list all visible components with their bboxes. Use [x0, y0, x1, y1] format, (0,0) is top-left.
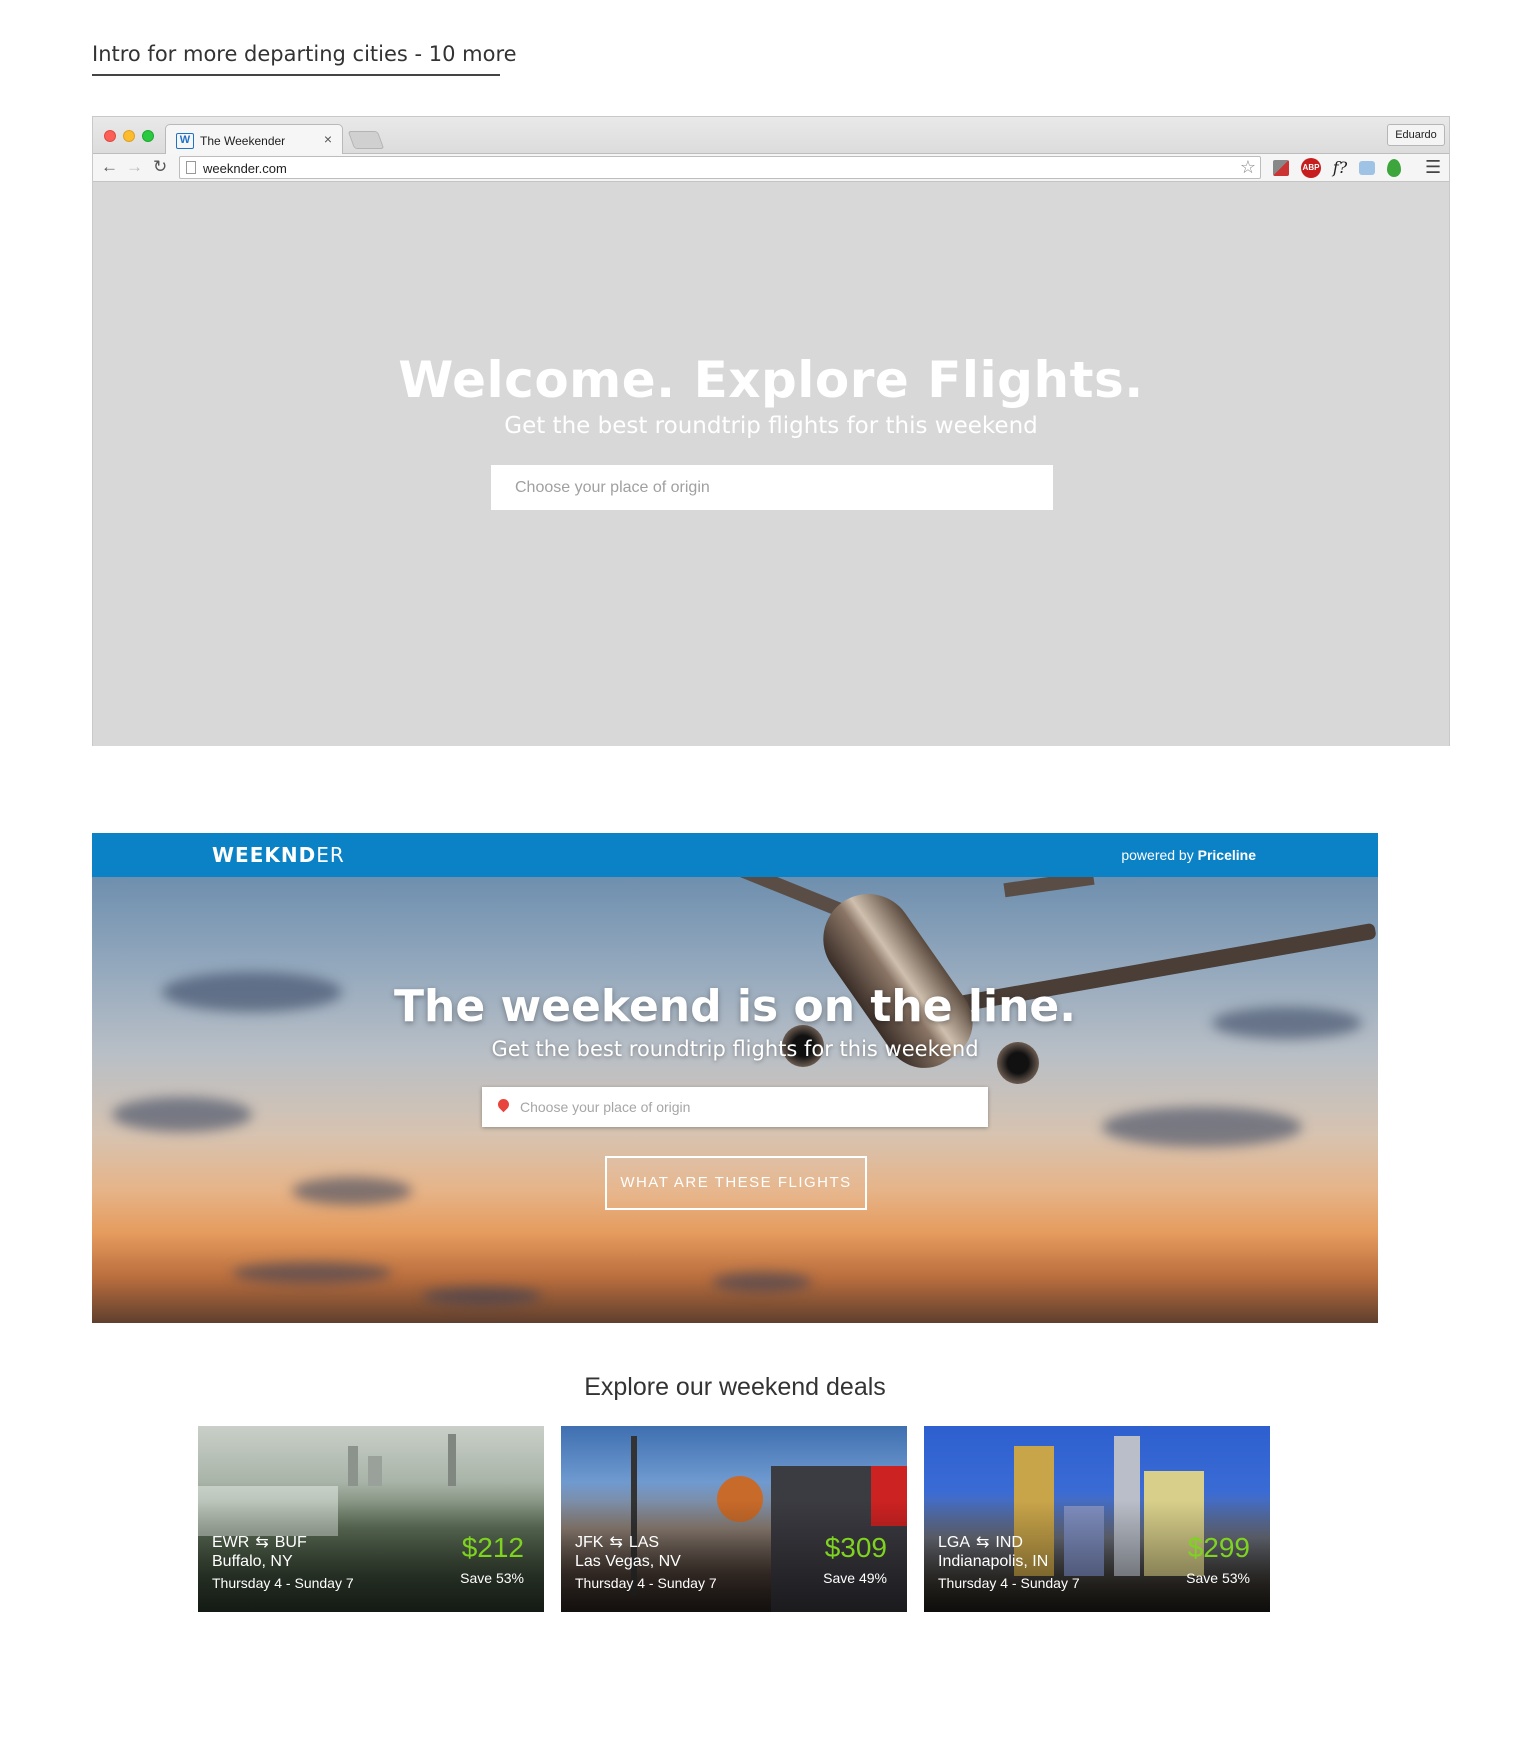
priceline-link[interactable]: Priceline: [1198, 847, 1256, 863]
route-from: EWR: [212, 1534, 250, 1551]
site-header: WEEKNDER powered by Priceline: [92, 833, 1378, 877]
deal-city: Indianapolis, IN: [938, 1553, 1049, 1570]
menu-icon[interactable]: ☰: [1425, 157, 1441, 177]
intro-title: Welcome. Explore Flights.: [398, 351, 1144, 409]
deal-price: $299: [1187, 1532, 1250, 1563]
deal-savings: Save 49%: [823, 1570, 887, 1586]
browser-viewport: Welcome. Explore Flights. Get the best r…: [93, 183, 1449, 746]
what-are-these-flights-button[interactable]: WHAT ARE THESE FLIGHTS: [605, 1156, 867, 1210]
hero-origin-input[interactable]: [520, 1087, 980, 1127]
logo-light: ER: [316, 843, 345, 867]
cloud: [1102, 1107, 1302, 1147]
tools-icon[interactable]: [1273, 160, 1289, 176]
hero-subtitle: Get the best roundtrip flights for this …: [491, 1037, 979, 1061]
forward-arrow-icon[interactable]: →: [126, 157, 143, 177]
roundtrip-arrows-icon: ⇆: [976, 1534, 990, 1551]
star-icon[interactable]: ☆: [1240, 157, 1256, 178]
airplane-tail: [1003, 877, 1095, 898]
weekender-favicon-icon: W: [176, 133, 194, 149]
address-bar[interactable]: weeknder.com ☆: [179, 156, 1261, 179]
route-to: IND: [995, 1534, 1023, 1551]
route-to: LAS: [628, 1534, 660, 1551]
profile-button[interactable]: Eduardo: [1387, 124, 1445, 146]
deal-dates: Thursday 4 - Sunday 7: [575, 1575, 717, 1591]
cloud: [422, 1287, 542, 1305]
powered-prefix: powered by: [1121, 847, 1194, 863]
new-tab-button[interactable]: [347, 131, 385, 149]
roundtrip-arrows-icon: ⇆: [609, 1534, 623, 1551]
intro-subtitle: Get the best roundtrip flights for this …: [504, 413, 1038, 439]
adblock-icon[interactable]: ABP: [1301, 158, 1321, 178]
deal-route: JFK ⇆ LAS: [575, 1532, 659, 1552]
weeknder-logo[interactable]: WEEKNDER: [212, 843, 345, 867]
deals-heading: Explore our weekend deals: [584, 1373, 886, 1401]
camera-icon[interactable]: [1359, 161, 1375, 175]
hero-search-box: [482, 1087, 988, 1127]
cloud: [232, 1262, 392, 1284]
url-text[interactable]: weeknder.com: [203, 161, 287, 176]
deal-route: EWR ⇆ BUF: [212, 1532, 307, 1552]
deal-dates: Thursday 4 - Sunday 7: [938, 1575, 1080, 1591]
deal-card-buffalo[interactable]: EWR ⇆ BUF Buffalo, NY Thursday 4 - Sunday …: [198, 1426, 544, 1612]
tab-strip: W The Weekender × Eduardo: [93, 117, 1449, 154]
browser-window: W The Weekender × Eduardo ← → ↻ weeknder…: [92, 116, 1450, 746]
browser-tab[interactable]: W The Weekender ×: [165, 124, 343, 154]
reload-icon[interactable]: ↻: [153, 157, 167, 177]
location-pin-icon: [495, 1096, 512, 1113]
section-heading: Intro for more departing cities - 10 mor…: [92, 42, 517, 66]
heading-underline: [92, 74, 500, 76]
maximize-window-button[interactable]: [142, 130, 154, 142]
origin-input[interactable]: [491, 465, 1053, 510]
cloud: [112, 1097, 252, 1132]
close-window-button[interactable]: [104, 130, 116, 142]
page-icon: [186, 161, 196, 174]
logo-bold: WEEKND: [212, 843, 317, 867]
minimize-window-button[interactable]: [123, 130, 135, 142]
deal-city: Las Vegas, NV: [575, 1553, 681, 1570]
cloud: [712, 1272, 812, 1292]
deal-price: $309: [824, 1532, 887, 1563]
route-from: LGA: [938, 1534, 971, 1551]
deal-route: LGA ⇆ IND: [938, 1532, 1023, 1552]
roundtrip-arrows-icon: ⇆: [255, 1534, 269, 1551]
tab-title: The Weekender: [200, 134, 286, 148]
browser-toolbar: ← → ↻ weeknder.com ☆ ABP f? ☰: [93, 154, 1449, 182]
back-arrow-icon[interactable]: ←: [101, 157, 118, 177]
evernote-icon[interactable]: [1387, 159, 1401, 177]
route-to: BUF: [274, 1534, 307, 1551]
deal-savings: Save 53%: [1186, 1570, 1250, 1586]
deal-price: $212: [461, 1532, 524, 1563]
powered-by: powered by Priceline: [1121, 847, 1256, 863]
tab-close-icon[interactable]: ×: [324, 131, 332, 147]
deal-card-las-vegas[interactable]: JFK ⇆ LAS Las Vegas, NV Thursday 4 - Sunda…: [561, 1426, 907, 1612]
deal-savings: Save 53%: [460, 1570, 524, 1586]
deal-city: Buffalo, NY: [212, 1553, 293, 1570]
hero-banner: The weekend is on the line. Get the best…: [92, 877, 1378, 1323]
hero-title: The weekend is on the line.: [394, 981, 1076, 1032]
cloud: [292, 1177, 412, 1205]
deal-dates: Thursday 4 - Sunday 7: [212, 1575, 354, 1591]
deal-card-indianapolis[interactable]: LGA ⇆ IND Indianapolis, IN Thursday 4 - Su…: [924, 1426, 1270, 1612]
route-from: JFK: [575, 1534, 604, 1551]
font-icon[interactable]: f?: [1330, 158, 1350, 178]
